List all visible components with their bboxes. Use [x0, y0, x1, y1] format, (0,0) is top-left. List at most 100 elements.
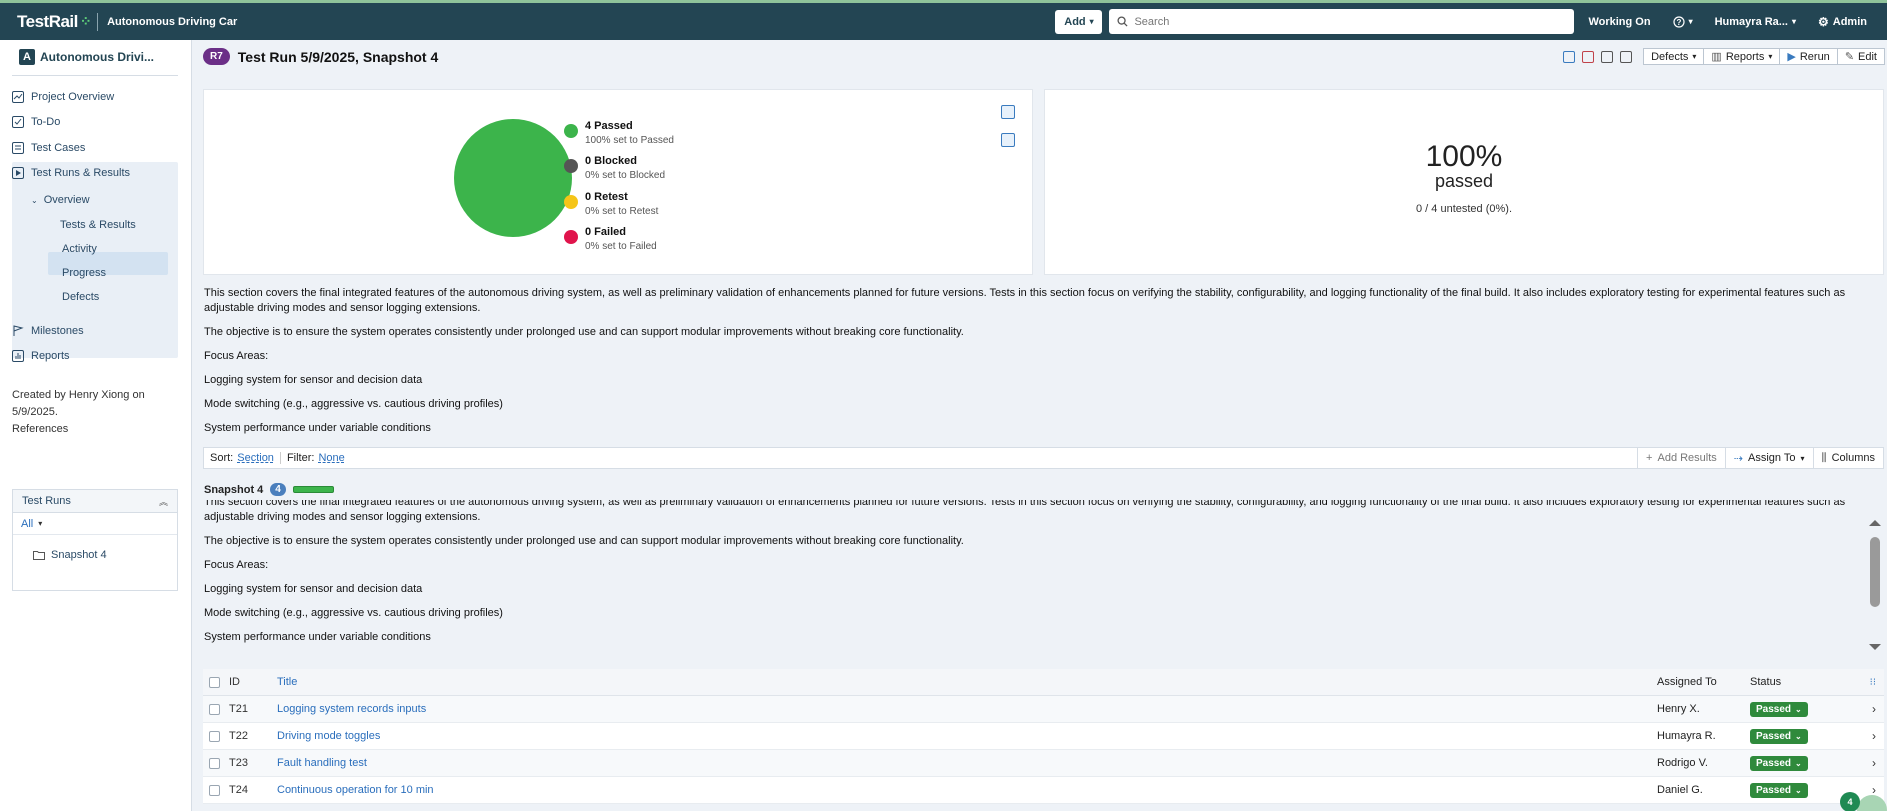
chevron-right-icon[interactable]: › [1872, 756, 1876, 770]
status-dropdown[interactable]: Passed ⌄ [1750, 701, 1808, 717]
filter-label: Filter: [286, 452, 315, 464]
legend-blocked: 0 Blocked 0% set to Blocked [564, 155, 665, 181]
chevron-down-icon: ⌄ [1795, 704, 1802, 714]
sidebar-item-label: Overview [43, 194, 90, 206]
add-button[interactable]: Add ▾ [1055, 9, 1103, 34]
sidebar-project[interactable]: A Autonomous Drivi... [19, 49, 154, 65]
chevron-right-icon[interactable]: › [1872, 702, 1876, 716]
select-all-checkbox[interactable] [209, 676, 220, 688]
help-icon: ? [1672, 15, 1685, 28]
sidebar-item-activity[interactable]: Activity [62, 243, 97, 255]
project-name[interactable]: Autonomous Driving Car [107, 16, 237, 28]
collapse-icon[interactable]: ︽ [159, 495, 168, 508]
table-row[interactable]: T24 Continuous operation for 10 min Dani… [203, 777, 1884, 804]
run-header: R7 Test Run 5/9/2025, Snapshot 4 [203, 48, 438, 65]
legend-dot-failed [564, 230, 578, 244]
admin-label: Admin [1832, 15, 1867, 28]
test-assignee: Humayra R. [1657, 730, 1716, 742]
assign-to-button[interactable]: ⇢ Assign To ▾ [1724, 448, 1813, 468]
test-assignee: Henry X. [1657, 703, 1700, 715]
chevron-down-icon: ▾ [1800, 453, 1805, 463]
sidebar-item-defects[interactable]: Defects [62, 291, 99, 303]
legend-dot-passed [564, 124, 578, 138]
test-title-link[interactable]: Driving mode toggles [277, 730, 380, 742]
chevron-right-icon[interactable]: › [1872, 729, 1876, 743]
status-chart-card: 4 Passed 100% set to Passed 0 Blocked 0% s… [203, 89, 1033, 275]
sidebar-item-test-cases[interactable]: Test Cases [12, 138, 85, 158]
sidebar-item-overview[interactable]: ⌄ Overview [31, 194, 90, 206]
table-row[interactable]: T23 Fault handling test Rodrigo V. Passe… [203, 750, 1884, 777]
search-box[interactable] [1109, 9, 1575, 34]
description-paragraph: System performance under variable condit… [204, 422, 431, 434]
test-runs-header[interactable]: Test Runs ︽ [13, 490, 177, 513]
logo-divider [97, 12, 99, 31]
pdf-icon[interactable] [1582, 50, 1595, 63]
assign-to-label: Assign To [1748, 452, 1796, 464]
search-input[interactable] [1134, 15, 1555, 28]
sidebar-item-milestones[interactable]: Milestones [12, 321, 84, 341]
test-run-item[interactable]: Snapshot 4 [13, 535, 177, 575]
header-title[interactable]: Title [277, 676, 297, 688]
columns-button[interactable]: ⫼ Columns [1812, 448, 1883, 468]
test-title-link[interactable]: Logging system records inputs [277, 703, 426, 715]
rerun-button[interactable]: ▶ Rerun [1780, 48, 1838, 65]
checkbox-icon [12, 116, 24, 128]
sidebar-item-project-overview[interactable]: Project Overview [12, 87, 114, 107]
test-title-link[interactable]: Fault handling test [277, 757, 367, 769]
add-results-label: Add Results [1657, 452, 1717, 464]
download-image-icon[interactable] [1001, 105, 1015, 119]
sidebar-item-tests-results[interactable]: Tests & Results [60, 219, 136, 231]
download-csv-icon[interactable] [1001, 133, 1015, 147]
help-menu[interactable]: ? ▾ [1672, 15, 1693, 28]
reports-button[interactable]: ▥ Reports ▾ [1704, 48, 1781, 65]
run-id-badge: R7 [203, 48, 230, 65]
header-assigned[interactable]: Assigned To [1657, 676, 1717, 688]
sidebar-item-progress[interactable]: Progress [62, 267, 106, 279]
header-id[interactable]: ID [229, 676, 240, 688]
status-dropdown[interactable]: Passed ⌄ [1750, 782, 1808, 798]
test-title-link[interactable]: Continuous operation for 10 min [277, 784, 434, 796]
section-description-box[interactable]: This section covers the final integrated… [203, 500, 1863, 658]
status-dropdown[interactable]: Passed ⌄ [1750, 755, 1808, 771]
progress-card: 100% passed 0 / 4 untested (0%). [1044, 89, 1884, 275]
column-settings-icon[interactable]: ⁝⁝ [1870, 677, 1876, 688]
filter-link[interactable]: None [318, 452, 344, 464]
legend-dot-retest [564, 195, 578, 209]
row-checkbox[interactable] [209, 757, 220, 769]
test-runs-filter[interactable]: All ▾ [13, 513, 177, 535]
svg-text:?: ? [1676, 18, 1681, 27]
row-checkbox[interactable] [209, 730, 220, 742]
sidebar-item-reports[interactable]: Reports [12, 346, 70, 366]
table-row[interactable]: T21 Logging system records inputs Henry … [203, 696, 1884, 723]
defects-button[interactable]: Defects ▾ [1643, 48, 1705, 65]
row-checkbox[interactable] [209, 703, 220, 715]
table-row[interactable]: T22 Driving mode toggles Humayra R. Pass… [203, 723, 1884, 750]
created-by-text: Created by Henry Xiong on 5/9/2025. [12, 389, 145, 418]
section-scrollbar[interactable] [1866, 515, 1884, 657]
edit-button[interactable]: ✎ Edit [1837, 48, 1885, 65]
sidebar-item-test-runs[interactable]: Test Runs & Results [12, 163, 130, 183]
sidebar-item-label: To-Do [31, 116, 61, 128]
notification-count-badge[interactable]: 4 [1840, 792, 1860, 811]
print-icon[interactable] [1601, 50, 1614, 63]
add-label: Add [1064, 15, 1086, 28]
working-on-button[interactable]: Working On [1588, 16, 1650, 28]
lock-icon[interactable] [1620, 50, 1633, 63]
sort-link[interactable]: Section [237, 452, 274, 464]
columns-label: Columns [1831, 452, 1875, 464]
test-runs-title: Test Runs [22, 495, 71, 507]
header-status[interactable]: Status [1750, 676, 1781, 688]
add-results-button[interactable]: + Add Results [1637, 448, 1725, 468]
user-menu[interactable]: Humayra Ra... ▾ [1715, 16, 1796, 28]
legend-sub: 0% set to Blocked [585, 170, 666, 181]
testrail-logo[interactable]: TestRail ⁘ [17, 12, 92, 32]
export-icon[interactable] [1563, 50, 1576, 63]
scroll-down-icon [1869, 644, 1881, 650]
test-run-item-label: Snapshot 4 [51, 549, 107, 561]
section-header: Snapshot 4 4 [204, 483, 334, 496]
status-dropdown[interactable]: Passed ⌄ [1750, 728, 1808, 744]
admin-button[interactable]: ⚙ Admin [1818, 15, 1867, 29]
defects-label: Defects [1651, 50, 1689, 63]
row-checkbox[interactable] [209, 784, 220, 796]
sidebar-item-todo[interactable]: To-Do [12, 112, 60, 132]
